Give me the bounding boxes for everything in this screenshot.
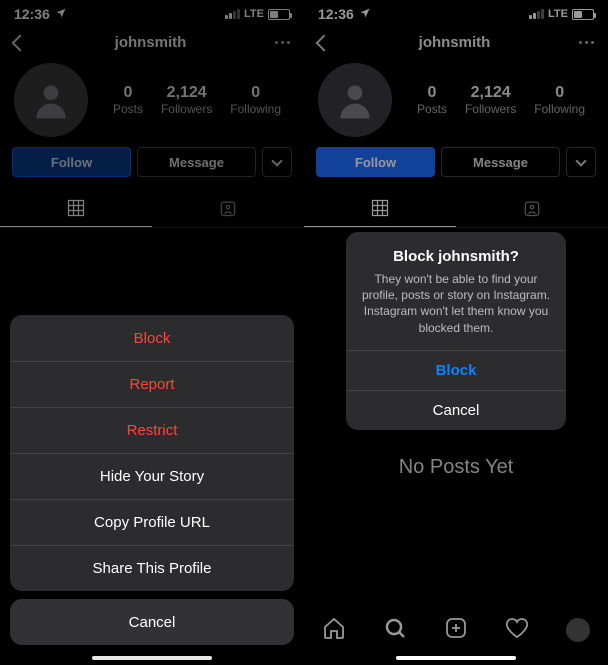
empty-state-text: No Posts Yet: [304, 456, 608, 479]
clock: 12:36: [318, 6, 354, 22]
search-icon[interactable]: [383, 616, 407, 645]
alert-body-text: They won't be able to find your profile,…: [360, 271, 552, 336]
network-label: LTE: [548, 8, 568, 20]
screen-block-confirm: 12:36 LTE johnsmith 0 P: [304, 0, 608, 665]
tab-grid[interactable]: [304, 189, 456, 227]
alert-cancel-button[interactable]: Cancel: [346, 390, 566, 430]
nav-header: johnsmith: [304, 24, 608, 55]
alert-confirm-button[interactable]: Block: [346, 350, 566, 390]
sheet-item-hide-story[interactable]: Hide Your Story: [10, 453, 294, 499]
battery-icon: [572, 9, 594, 20]
tab-tagged[interactable]: [456, 189, 608, 227]
action-buttons: Follow Message: [304, 147, 608, 189]
new-post-icon[interactable]: [444, 616, 468, 645]
action-sheet-group: Block Report Restrict Hide Your Story Co…: [10, 315, 294, 591]
home-icon[interactable]: [322, 616, 346, 645]
signal-icon: [529, 9, 544, 19]
chevron-down-icon: [575, 155, 586, 166]
home-indicator[interactable]: [396, 656, 516, 660]
activity-icon[interactable]: [505, 616, 529, 645]
message-button[interactable]: Message: [441, 147, 560, 177]
screen-action-sheet: 12:36 LTE johnsmith 0 P: [0, 0, 304, 665]
stat-posts[interactable]: 0 Posts: [417, 84, 447, 116]
stat-followers[interactable]: 2,124 Followers: [465, 84, 516, 116]
stat-following[interactable]: 0 Following: [534, 84, 585, 116]
location-icon: [359, 6, 371, 22]
alert-title: Block johnsmith?: [360, 248, 552, 265]
action-sheet: Block Report Restrict Hide Your Story Co…: [10, 315, 294, 645]
sheet-item-restrict[interactable]: Restrict: [10, 407, 294, 453]
sheet-item-block[interactable]: Block: [10, 315, 294, 361]
status-bar: 12:36 LTE: [304, 0, 608, 24]
overflow-icon[interactable]: [579, 41, 594, 44]
profile-tab-icon[interactable]: [566, 618, 590, 642]
tagged-icon: [522, 198, 542, 218]
sheet-item-report[interactable]: Report: [10, 361, 294, 407]
profile-header: 0 Posts 2,124 Followers 0 Following: [304, 55, 608, 147]
block-confirm-alert: Block johnsmith? They won't be able to f…: [346, 232, 566, 430]
grid-icon: [370, 198, 390, 218]
follow-button[interactable]: Follow: [316, 147, 435, 177]
avatar[interactable]: [318, 63, 392, 137]
back-icon[interactable]: [316, 34, 333, 51]
sheet-item-copy-url[interactable]: Copy Profile URL: [10, 499, 294, 545]
home-indicator[interactable]: [92, 656, 212, 660]
sheet-cancel-button[interactable]: Cancel: [10, 599, 294, 645]
sheet-item-share[interactable]: Share This Profile: [10, 545, 294, 591]
page-title: johnsmith: [419, 34, 491, 51]
profile-tabs: [304, 189, 608, 228]
suggestions-button[interactable]: [566, 147, 596, 177]
